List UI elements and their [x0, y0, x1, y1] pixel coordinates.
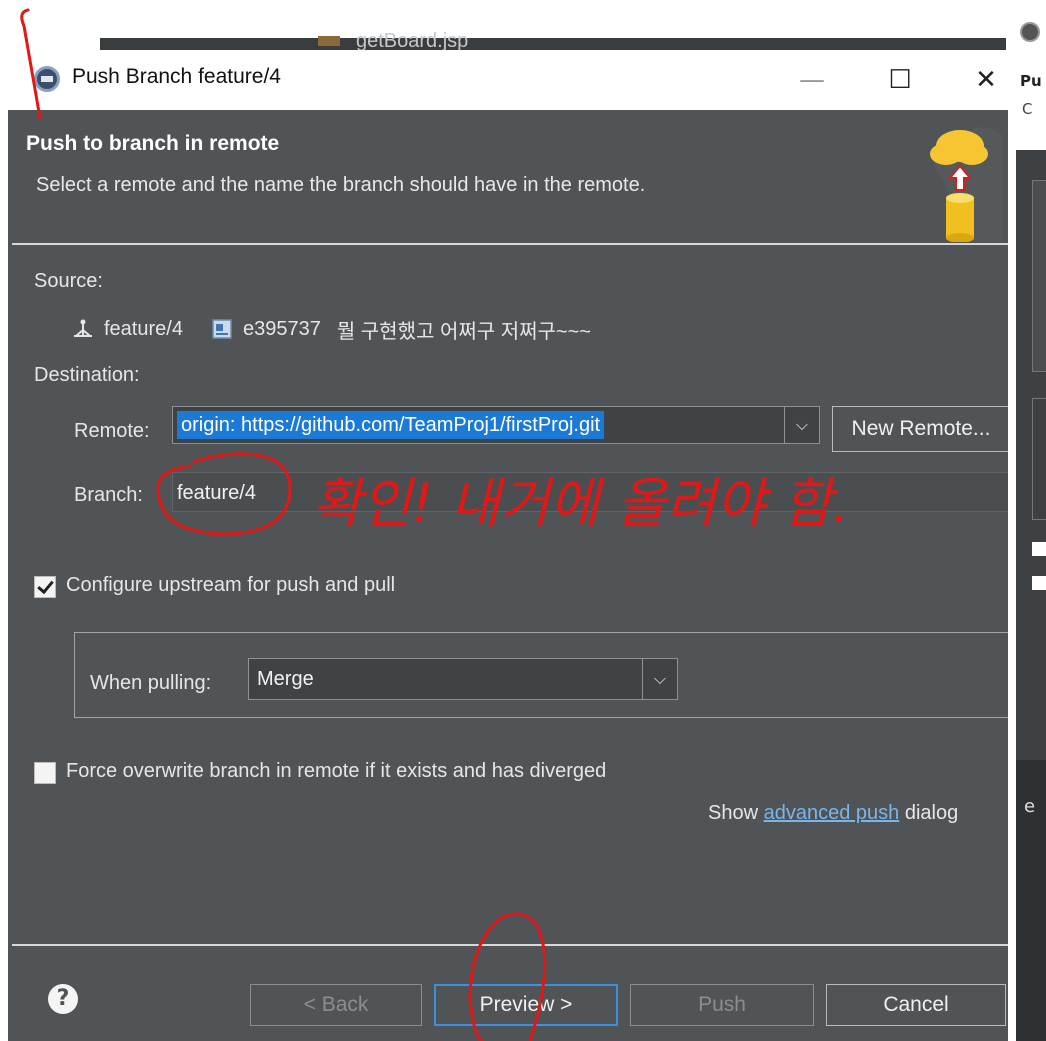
source-branch: feature/4 — [104, 317, 183, 340]
background-checkbox[interactable] — [1032, 542, 1046, 556]
configure-upstream-label[interactable]: Configure upstream for push and pull — [66, 574, 395, 597]
close-button[interactable]: ✕ — [966, 60, 1006, 100]
maximize-button[interactable]: ☐ — [880, 60, 920, 100]
dialog-header: Push to branch in remote Select a remote… — [12, 110, 1008, 244]
advanced-push-prefix: Show — [708, 802, 759, 824]
file-icon — [318, 36, 340, 46]
chevron-down-icon[interactable]: ⌵ — [784, 407, 819, 443]
when-pulling-label: When pulling: — [90, 672, 212, 694]
eclipse-icon — [1020, 22, 1040, 42]
branch-name-field[interactable]: feature/4 — [172, 472, 1008, 512]
commit-icon — [212, 319, 232, 339]
branch-name-value: feature/4 — [177, 482, 256, 504]
eclipse-icon — [34, 66, 60, 92]
back-button[interactable]: < Back — [250, 984, 422, 1026]
cloud-upload-icon — [930, 127, 1002, 242]
background-dialog-subtitle-fragment: C — [1022, 100, 1033, 118]
minimize-button[interactable]: — — [792, 60, 832, 100]
background-group-box — [1032, 398, 1046, 520]
remote-label: Remote: — [74, 420, 150, 442]
source-summary: feature/4 e395737 뭘 구현했고 어쩌구 저쩌구~~~ — [72, 316, 591, 343]
help-icon[interactable]: ? — [48, 984, 78, 1014]
push-button[interactable]: Push — [630, 984, 814, 1026]
remote-selected-value: origin: https://github.com/TeamProj1/fir… — [177, 411, 605, 439]
destination-label: Destination: — [34, 364, 140, 386]
background-checkbox[interactable] — [1032, 576, 1046, 590]
background-window — [0, 0, 1046, 40]
new-remote-button[interactable]: New Remote... — [832, 406, 1008, 452]
chevron-down-icon[interactable]: ⌵ — [642, 659, 677, 699]
header-title: Push to branch in remote — [26, 132, 280, 155]
push-branch-dialog: Push Branch feature/4 — ☐ ✕ Push to bran… — [8, 50, 1008, 1041]
when-pulling-value: Merge — [257, 668, 314, 690]
advanced-push-row: Show advanced push dialog — [708, 802, 958, 825]
footer-divider — [12, 944, 1008, 946]
source-commit-message: 뭘 구현했고 어쩌구 저쩌구~~~ — [336, 320, 591, 343]
when-pulling-combo[interactable]: Merge ⌵ — [248, 658, 678, 700]
branch-icon — [74, 319, 92, 337]
dialog-title: Push Branch feature/4 — [72, 65, 281, 88]
advanced-push-link[interactable]: advanced push — [764, 802, 900, 824]
configure-upstream-checkbox[interactable] — [34, 576, 56, 598]
background-editor-tabbar — [100, 38, 1006, 50]
force-overwrite-label[interactable]: Force overwrite branch in remote if it e… — [66, 760, 606, 783]
background-list-box — [1032, 180, 1046, 372]
remote-combo[interactable]: origin: https://github.com/TeamProj1/fir… — [172, 406, 820, 444]
preview-button[interactable]: Preview > — [434, 984, 618, 1026]
source-commit-id: e395737 — [242, 317, 321, 340]
header-description: Select a remote and the name the branch … — [36, 174, 646, 196]
header-divider — [12, 243, 1008, 245]
source-label: Source: — [34, 270, 103, 292]
background-side-letter: e — [1024, 796, 1036, 817]
background-dialog-partial: Pu C e — [1016, 0, 1046, 1041]
branch-label: Branch: — [74, 484, 143, 506]
advanced-push-suffix: dialog — [904, 802, 959, 824]
dialog-titlebar[interactable]: Push Branch feature/4 — ☐ ✕ — [8, 50, 1008, 110]
background-dialog-title-fragment: Pu — [1020, 72, 1042, 90]
force-overwrite-checkbox[interactable] — [34, 762, 56, 784]
cancel-button[interactable]: Cancel — [826, 984, 1006, 1026]
